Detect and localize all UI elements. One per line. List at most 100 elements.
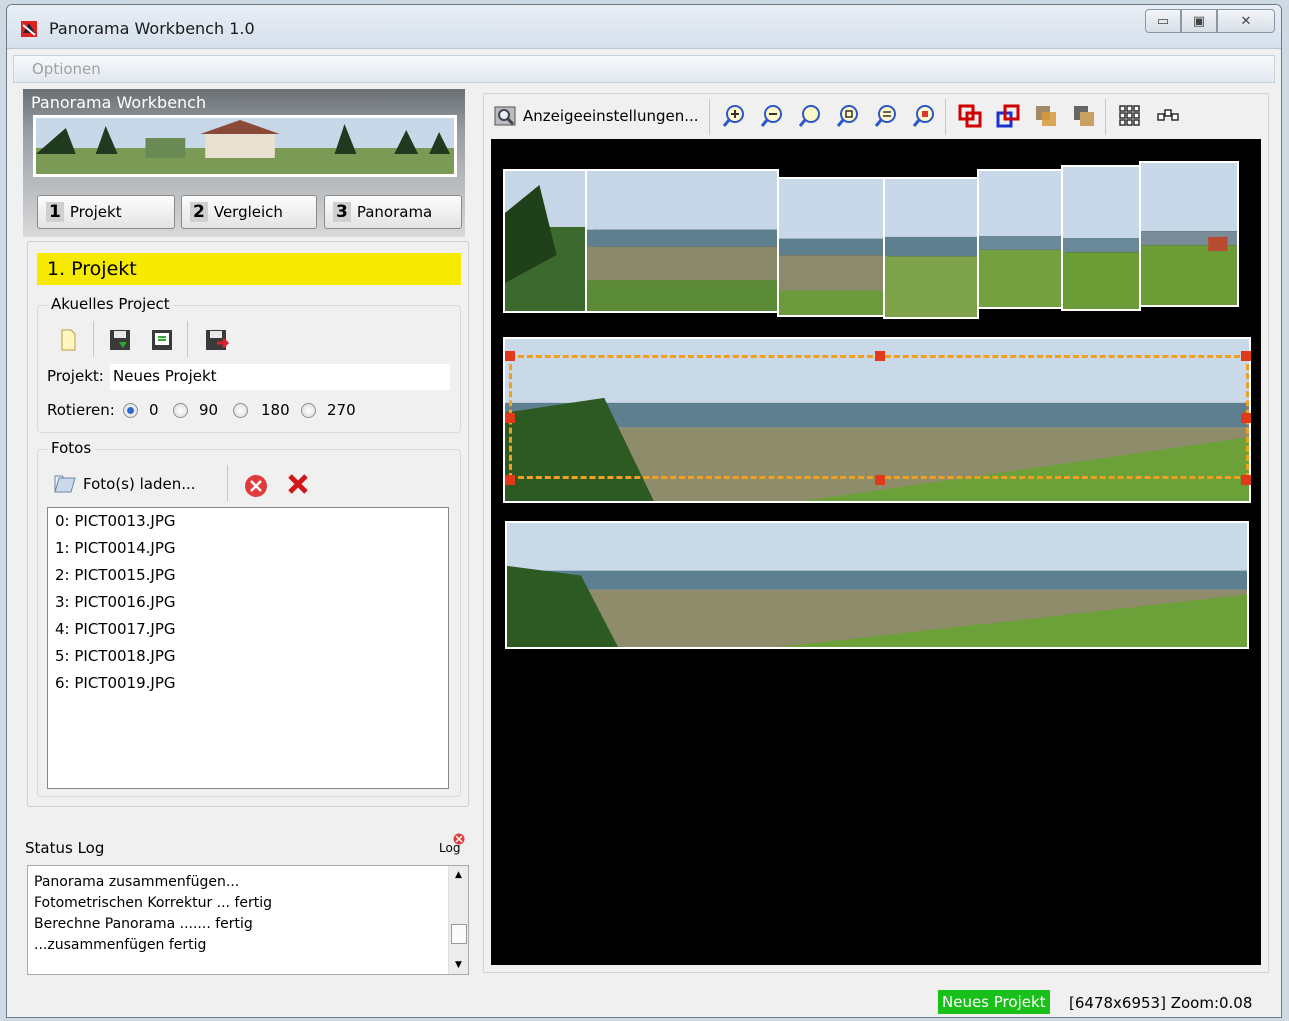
source-photo[interactable] bbox=[977, 169, 1065, 309]
zoom-width-icon[interactable] bbox=[873, 103, 899, 129]
status-bar: Neues Projekt [6478x6953] Zoom:0.08 bbox=[7, 987, 1281, 1017]
save-as-icon[interactable] bbox=[149, 327, 175, 353]
close-button[interactable]: ✕ bbox=[1217, 9, 1275, 33]
list-item[interactable]: 5: PICT0018.JPG bbox=[48, 643, 448, 670]
preview-canvas[interactable] bbox=[491, 139, 1261, 965]
toolbar-separator bbox=[187, 321, 188, 357]
list-item[interactable]: 0: PICT0013.JPG bbox=[48, 508, 448, 535]
crop-handle[interactable] bbox=[875, 475, 885, 485]
rotate-90-radio[interactable] bbox=[173, 403, 188, 418]
status-log[interactable]: Panorama zusammenfügen... Fotometrischen… bbox=[27, 865, 469, 975]
title-bar: Panorama Workbench 1.0 ▭ ▣ ✕ bbox=[7, 5, 1281, 49]
crop-handle[interactable] bbox=[505, 475, 515, 485]
zoom-out-icon[interactable] bbox=[759, 103, 785, 129]
clear-log-icon bbox=[453, 833, 465, 845]
status-log-label: Status Log bbox=[25, 839, 105, 857]
step-button-panorama[interactable]: 3 Panorama bbox=[324, 195, 462, 229]
zoom-fit-icon[interactable] bbox=[797, 103, 823, 129]
crop-handle[interactable] bbox=[1241, 475, 1251, 485]
folder-open-icon bbox=[54, 475, 76, 493]
save-icon[interactable] bbox=[107, 327, 133, 353]
list-item[interactable]: 3: PICT0016.JPG bbox=[48, 589, 448, 616]
app-icon bbox=[21, 21, 37, 37]
grid-view-icon[interactable] bbox=[1117, 103, 1143, 129]
crop-handle[interactable] bbox=[1241, 413, 1251, 423]
photo-list[interactable]: 0: PICT0013.JPG 1: PICT0014.JPG 2: PICT0… bbox=[47, 507, 449, 789]
overlap-back-icon[interactable] bbox=[995, 103, 1021, 129]
project-status-badge: Neues Projekt bbox=[938, 990, 1050, 1014]
current-project-label: Akuelles Project bbox=[47, 295, 174, 313]
source-photo[interactable] bbox=[883, 177, 979, 319]
list-item[interactable]: 4: PICT0017.JPG bbox=[48, 616, 448, 643]
maximize-button[interactable]: ▣ bbox=[1181, 9, 1217, 33]
list-item[interactable]: 2: PICT0015.JPG bbox=[48, 562, 448, 589]
log-line: Berechne Panorama ....... fertig bbox=[34, 916, 253, 932]
app-window: Panorama Workbench 1.0 ▭ ▣ ✕ Optionen Pa… bbox=[6, 4, 1282, 1018]
log-scrollbar[interactable]: ▲ ▼ bbox=[448, 866, 468, 974]
zoom-selection-icon[interactable] bbox=[911, 103, 937, 129]
header-panorama-image bbox=[33, 115, 457, 177]
scroll-down-icon: ▼ bbox=[455, 960, 462, 970]
step-label: Vergleich bbox=[213, 203, 283, 221]
rotate-270-radio[interactable] bbox=[301, 403, 316, 418]
minimize-button[interactable]: ▭ bbox=[1145, 9, 1181, 33]
source-photo[interactable] bbox=[1139, 161, 1239, 307]
step-button-vergleich[interactable]: 2 Vergleich bbox=[181, 195, 317, 229]
toolbar-separator bbox=[709, 99, 710, 135]
toolbar-separator bbox=[227, 465, 228, 501]
crop-handle[interactable] bbox=[505, 413, 515, 423]
rotate-0-label: 0 bbox=[149, 401, 159, 419]
list-item[interactable]: 6: PICT0019.JPG bbox=[48, 670, 448, 697]
rotate-label: Rotieren: bbox=[47, 401, 115, 419]
close-icon: ✕ bbox=[1240, 13, 1252, 29]
maximize-icon: ▣ bbox=[1192, 13, 1206, 29]
log-line: Fotometrischen Korrektur ... fertig bbox=[34, 895, 273, 911]
rotate-180-radio[interactable] bbox=[233, 403, 248, 418]
menu-optionen[interactable]: Optionen bbox=[32, 60, 101, 78]
display-settings-label: Anzeigeeinstellungen... bbox=[523, 107, 699, 125]
crop-selection-box[interactable] bbox=[509, 355, 1249, 479]
source-photo[interactable] bbox=[503, 169, 593, 313]
new-file-icon[interactable] bbox=[55, 327, 81, 353]
photos-group-label: Fotos bbox=[47, 439, 96, 457]
project-name-input[interactable]: Neues Projekt bbox=[109, 363, 451, 391]
layer-order-icon[interactable] bbox=[1071, 103, 1097, 129]
rotate-270-label: 270 bbox=[327, 401, 356, 419]
display-settings-button[interactable]: Anzeigeeinstellungen... bbox=[493, 101, 699, 131]
zoom-actual-size-icon[interactable] bbox=[835, 103, 861, 129]
rotate-180-label: 180 bbox=[261, 401, 290, 419]
clear-photos-icon[interactable] bbox=[285, 471, 311, 497]
menu-bar: Optionen bbox=[13, 55, 1275, 83]
step-label: Panorama bbox=[356, 203, 433, 221]
clear-log-button[interactable]: Log bbox=[439, 833, 465, 859]
blend-layers-icon[interactable] bbox=[1033, 103, 1059, 129]
window-title: Panorama Workbench 1.0 bbox=[49, 19, 255, 38]
scroll-thumb[interactable] bbox=[451, 924, 467, 944]
step-number: 3 bbox=[333, 202, 351, 222]
source-photo[interactable] bbox=[585, 169, 779, 313]
export-icon[interactable] bbox=[203, 327, 229, 353]
final-panorama-preview[interactable] bbox=[505, 521, 1249, 649]
step-label: Projekt bbox=[69, 203, 122, 221]
log-line: Panorama zusammenfügen... bbox=[34, 874, 240, 890]
crop-handle[interactable] bbox=[1241, 351, 1251, 361]
source-photo[interactable] bbox=[777, 177, 887, 317]
rotate-0-radio[interactable] bbox=[123, 403, 138, 418]
overlap-front-icon[interactable] bbox=[957, 103, 983, 129]
remove-photo-icon[interactable] bbox=[243, 473, 269, 499]
log-line: ...zusammenfügen fertig bbox=[34, 937, 207, 953]
load-photos-label: Foto(s) laden... bbox=[83, 475, 196, 493]
workbench-header-title: Panorama Workbench bbox=[31, 93, 207, 112]
load-photos-button[interactable]: Foto(s) laden... bbox=[53, 469, 196, 499]
toolbar-separator bbox=[1105, 99, 1106, 135]
crop-handle[interactable] bbox=[505, 351, 515, 361]
list-item[interactable]: 1: PICT0014.JPG bbox=[48, 535, 448, 562]
zoom-in-icon[interactable] bbox=[721, 103, 747, 129]
step-number: 2 bbox=[190, 202, 208, 222]
step-button-projekt[interactable]: 1 Projekt bbox=[37, 195, 175, 229]
scroll-up-icon: ▲ bbox=[455, 870, 462, 880]
minimize-icon: ▭ bbox=[1156, 13, 1170, 29]
crop-handle[interactable] bbox=[875, 351, 885, 361]
source-photo[interactable] bbox=[1061, 165, 1141, 311]
link-view-icon[interactable] bbox=[1155, 103, 1181, 129]
